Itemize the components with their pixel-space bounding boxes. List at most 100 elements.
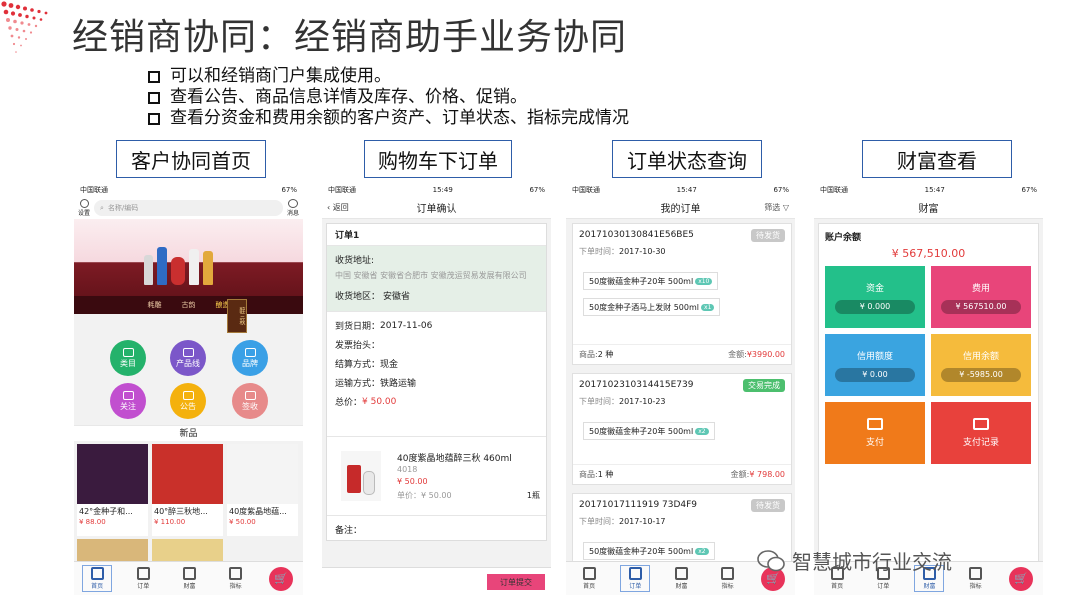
tile-label: 信用额度 [856, 351, 893, 362]
order-amount: 金额:¥3990.00 [728, 349, 785, 360]
tab-3[interactable]: 财富 [668, 567, 694, 590]
status-bar: 中国联通 67% [74, 183, 303, 197]
cart-button[interactable]: 🛒 [268, 566, 293, 591]
banner-caption: 醉三秋 [227, 299, 247, 333]
nav-title: 订单确认 [416, 204, 457, 215]
wealth-card: 账户余额 ¥ 567,510.00 资金 ¥ 0.000 费用 ¥ 567510.00… [818, 223, 1039, 585]
message-button[interactable]: 消息 [287, 199, 299, 217]
tile-value: ¥ 0.000 [835, 299, 915, 314]
tab-3[interactable]: 财富 [176, 567, 202, 590]
menu-label: 关注 [120, 401, 136, 411]
tab-label: 财富 [923, 583, 936, 590]
user-icon [79, 199, 89, 208]
tab-4[interactable]: 指标 [715, 567, 741, 590]
tab-1[interactable]: 首页 [82, 565, 113, 592]
amount-label: 金额: [730, 470, 750, 479]
cart-icon: 🛒 [1013, 572, 1028, 585]
home-menu-1[interactable]: 类目 [110, 340, 146, 376]
product-card[interactable] [152, 539, 223, 561]
product-price: ¥ 88.00 [79, 518, 106, 526]
menu-label: 品牌 [242, 358, 258, 368]
count-value: 2 种 [597, 350, 614, 359]
product-image [152, 444, 223, 504]
menu-icon [122, 347, 134, 357]
banner-bottles-image [144, 241, 224, 285]
order-time-value: 2017-10-30 [619, 247, 666, 256]
count-label: 商品: [579, 350, 598, 359]
order-count: 商品:1 种 [579, 469, 613, 480]
menu-icon [244, 390, 256, 400]
tab-4[interactable]: 指标 [223, 567, 249, 590]
order-label: 订单1 [327, 224, 546, 246]
message-icon [287, 199, 298, 208]
pay-icon [867, 418, 883, 430]
order-icon [136, 567, 150, 580]
tab-label: 财富 [675, 583, 688, 590]
promo-banner[interactable]: 耗雕 古韵 酿造 醉三秋 [74, 219, 303, 333]
menu-icon [182, 347, 194, 357]
nav-bar: ‹ 返回 订单确认 [322, 197, 551, 219]
amount-label: 金额: [728, 350, 747, 359]
order-number: 20171017111919 73D4F9 [579, 500, 698, 510]
home-menu-2[interactable]: 产品线 [170, 340, 206, 376]
new-products-header: 新品 [74, 425, 303, 441]
order-items: 50度徽蕴金种子20年 500ml x10 50度金种子酒马上发财 500ml x1 [573, 260, 791, 324]
cart-button[interactable]: 🛒 [1008, 566, 1033, 591]
indicator-icon [229, 567, 243, 580]
wealth-tile-1[interactable]: 资金 ¥ 0.000 [825, 266, 925, 328]
wealth-tile-4[interactable]: 信用余额 ¥ -5985.00 [931, 334, 1031, 396]
item-name: 50度金种子酒马上发财 500ml [589, 302, 700, 312]
bullet-square-icon [148, 112, 160, 125]
section-title-orders: 订单状态查询 [612, 140, 762, 178]
bullet-square-icon [148, 91, 160, 104]
search-icon: ⌕ [100, 203, 104, 212]
menu-label: 产品线 [176, 358, 200, 368]
wealth-tile-2[interactable]: 费用 ¥ 567510.00 [931, 266, 1031, 328]
order-card[interactable]: 2017102310314415E739 交易完成 下单时间：2017-10-23 5… [572, 373, 792, 485]
search-input[interactable]: ⌕ 名称/编码 [94, 200, 283, 216]
payment-record-icon [973, 418, 989, 430]
home-header: 设置 ⌕ 名称/编码 消息 [74, 197, 303, 219]
product-card[interactable]: 40度紫晶地蕴... ¥ 50.00 [227, 444, 298, 536]
product-name: 40°醉三秋地... [154, 507, 208, 516]
settings-button[interactable]: 设置 [78, 199, 90, 217]
tab-label: 首页 [831, 583, 844, 590]
product-card[interactable] [77, 539, 148, 561]
order-time: 下单时间：2017-10-23 [573, 396, 791, 410]
submit-order-button[interactable]: 订单提交 [487, 574, 545, 590]
back-button[interactable]: ‹ 返回 [327, 202, 349, 213]
menu-icon [244, 347, 256, 357]
menu-label: 类目 [120, 358, 136, 368]
home-menu-4[interactable]: 关注 [110, 383, 146, 419]
tab-label: 订单 [877, 583, 890, 590]
wealth-tile-3[interactable]: 信用额度 ¥ 0.00 [825, 334, 925, 396]
order-count: 商品:2 种 [579, 349, 613, 360]
cart-item[interactable]: 40度紫晶地蕴醉三秋 460ml 4018 ¥ 50.00 单价：¥ 50.00… [327, 436, 546, 516]
item-name: 50度徽蕴金种子20年 500ml [589, 276, 694, 286]
order-item: 50度徽蕴金种子20年 500ml x10 [583, 272, 719, 290]
tab-2[interactable]: 订单 [620, 565, 651, 592]
order-status-badge: 待发货 [751, 228, 785, 242]
order-card[interactable]: 20171030130841E56BE5 待发货 下单时间：2017-10-30 50… [572, 223, 792, 365]
product-card[interactable]: 40°醉三秋地... ¥ 110.00 [152, 444, 223, 536]
remark-field[interactable]: 备注： [327, 520, 362, 539]
tab-4[interactable]: 指标 [963, 567, 989, 590]
wealth-tile-6[interactable]: 支付记录 [931, 402, 1031, 464]
tab-2[interactable]: 订单 [130, 567, 156, 590]
home-menu-5[interactable]: 公告 [170, 383, 206, 419]
address-section[interactable]: 收货地址: 中国 安徽省 安徽省合肥市 安徽茂运贸易发展有限公司 收货地区： 安徽… [327, 246, 546, 311]
filter-button[interactable]: 筛选 ▽ [764, 202, 789, 213]
tab-1[interactable]: 首页 [576, 567, 602, 590]
order-time-label: 下单时间： [579, 517, 619, 526]
product-card[interactable]: 42°金种子和... ¥ 88.00 [77, 444, 148, 536]
tab-label: 财富 [183, 583, 196, 590]
wealth-icon [182, 567, 196, 580]
product-image [341, 451, 381, 501]
tab-label: 首页 [91, 583, 104, 590]
phone-home-screen: 中国联通 67% 设置 ⌕ 名称/编码 消息 耗雕 古韵 酿造 醉三秋 类目 产品线 品… [74, 183, 303, 595]
bullet-list: 可以和经销商门户集成使用。 查看公告、商品信息详情及库存、价格、促销。 查看分资… [148, 66, 629, 129]
tab-bar: 首页 订单 财富 指标 🛒 [74, 561, 303, 595]
home-menu-3[interactable]: 品牌 [232, 340, 268, 376]
wealth-tile-5[interactable]: 支付 [825, 402, 925, 464]
home-menu-6[interactable]: 签收 [232, 383, 268, 419]
